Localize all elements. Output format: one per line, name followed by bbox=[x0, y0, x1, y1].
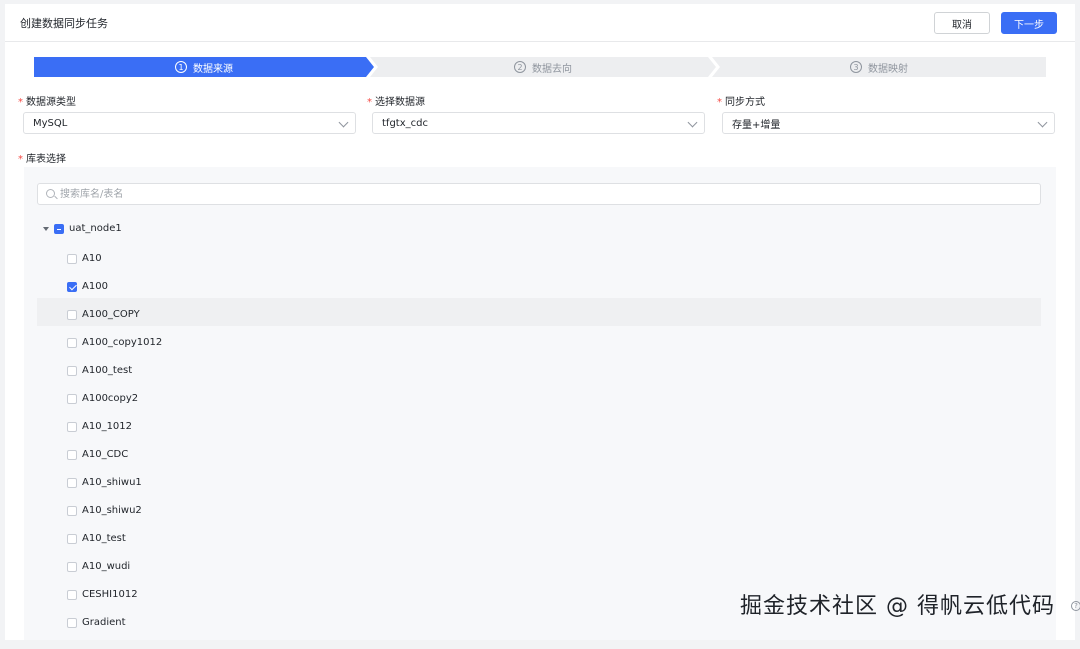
tree-item-label[interactable]: A10_shiwu2 bbox=[82, 505, 142, 516]
root-checkbox[interactable] bbox=[54, 224, 64, 234]
datasource-select[interactable]: tfgtx_cdc bbox=[372, 112, 705, 134]
page-title: 创建数据同步任务 bbox=[20, 17, 108, 30]
chevron-down-icon bbox=[687, 117, 698, 128]
header-bar: 创建数据同步任务 取消 下一步 bbox=[5, 4, 1075, 42]
tree-item-label[interactable]: A10_1012 bbox=[82, 421, 132, 432]
chevron-down-icon bbox=[338, 117, 349, 128]
source-type-select[interactable]: MySQL bbox=[23, 112, 356, 134]
tree-item-checkbox[interactable] bbox=[67, 310, 77, 320]
next-step-button[interactable]: 下一步 bbox=[1001, 12, 1057, 34]
cancel-button[interactable]: 取消 bbox=[934, 12, 990, 34]
step-number: 3 bbox=[850, 61, 862, 73]
tree-item-label[interactable]: Gradient bbox=[82, 617, 126, 628]
tree-item-checkbox[interactable] bbox=[67, 506, 77, 516]
tree-item-label[interactable]: A100_COPY bbox=[82, 309, 140, 320]
tree-item-label[interactable]: A10_shiwu1 bbox=[82, 477, 142, 488]
tree-item-label[interactable]: A100 bbox=[82, 281, 108, 292]
required-mark: * bbox=[717, 97, 722, 108]
step-data-destination[interactable]: 2 数据去向 bbox=[370, 57, 716, 77]
tree-item-checkbox[interactable] bbox=[67, 590, 77, 600]
required-mark: * bbox=[18, 97, 23, 108]
step-number: 1 bbox=[175, 61, 187, 73]
source-type-value: MySQL bbox=[33, 117, 68, 129]
step-number: 2 bbox=[514, 61, 526, 73]
step-label: 数据来源 bbox=[193, 63, 233, 75]
tree-item-checkbox[interactable] bbox=[67, 282, 77, 292]
hover-row-highlight bbox=[37, 298, 1041, 326]
tree-root-label[interactable]: uat_node1 bbox=[69, 223, 122, 234]
tree-item-checkbox[interactable] bbox=[67, 618, 77, 628]
task-panel: 创建数据同步任务 取消 下一步 1 数据来源 2 数据去向 3 数据映射 * 数据… bbox=[5, 4, 1075, 640]
step-indicator: 1 数据来源 2 数据去向 3 数据映射 bbox=[34, 57, 1046, 77]
caret-down-icon[interactable] bbox=[43, 227, 49, 231]
tree-search-input[interactable] bbox=[60, 186, 1020, 202]
sync-mode-value: 存量+增量 bbox=[732, 119, 781, 131]
tree-item-checkbox[interactable] bbox=[67, 422, 77, 432]
datasource-value: tfgtx_cdc bbox=[382, 117, 428, 129]
tree-item-label[interactable]: A100copy2 bbox=[82, 393, 138, 404]
tree-item-label[interactable]: A100_copy1012 bbox=[82, 337, 162, 348]
search-icon bbox=[46, 189, 55, 198]
tree-item-label[interactable]: A100_test bbox=[82, 365, 132, 376]
step-data-mapping[interactable]: 3 数据映射 bbox=[712, 57, 1046, 77]
watermark-text: 掘金技术社区 @ 得帆云低代码 bbox=[740, 594, 1055, 619]
step-label: 数据去向 bbox=[532, 63, 572, 75]
sync-mode-label: * 同步方式 bbox=[717, 97, 765, 108]
tree-item-label[interactable]: A10_wudi bbox=[82, 561, 130, 572]
tree-item-checkbox[interactable] bbox=[67, 338, 77, 348]
tree-item-label[interactable]: A10 bbox=[82, 253, 102, 264]
required-mark: * bbox=[18, 154, 23, 165]
sync-mode-select[interactable]: 存量+增量 bbox=[722, 112, 1055, 134]
table-select-label: * 库表选择 bbox=[18, 154, 66, 165]
tree-item-label[interactable]: A10_test bbox=[82, 533, 126, 544]
tree-item-checkbox[interactable] bbox=[67, 450, 77, 460]
table-tree: uat_node1 A10 A100 A100_COPY A100_copy1012 A… bbox=[24, 167, 1056, 640]
help-icon[interactable]: ? bbox=[1071, 601, 1080, 611]
tree-item-checkbox[interactable] bbox=[67, 394, 77, 404]
tree-item-checkbox[interactable] bbox=[67, 534, 77, 544]
tree-search-box bbox=[37, 183, 1041, 205]
step-data-source[interactable]: 1 数据来源 bbox=[34, 57, 374, 77]
chevron-down-icon bbox=[1037, 117, 1048, 128]
tree-item-checkbox[interactable] bbox=[67, 254, 77, 264]
tree-item-label[interactable]: CESHI1012 bbox=[82, 589, 138, 600]
tree-item-checkbox[interactable] bbox=[67, 562, 77, 572]
tree-item-checkbox[interactable] bbox=[67, 478, 77, 488]
datasource-label: * 选择数据源 bbox=[367, 97, 425, 108]
required-mark: * bbox=[367, 97, 372, 108]
tree-item-checkbox[interactable] bbox=[67, 366, 77, 376]
tree-item-label[interactable]: A10_CDC bbox=[82, 449, 128, 460]
source-type-label: * 数据源类型 bbox=[18, 97, 76, 108]
step-label: 数据映射 bbox=[868, 63, 908, 75]
